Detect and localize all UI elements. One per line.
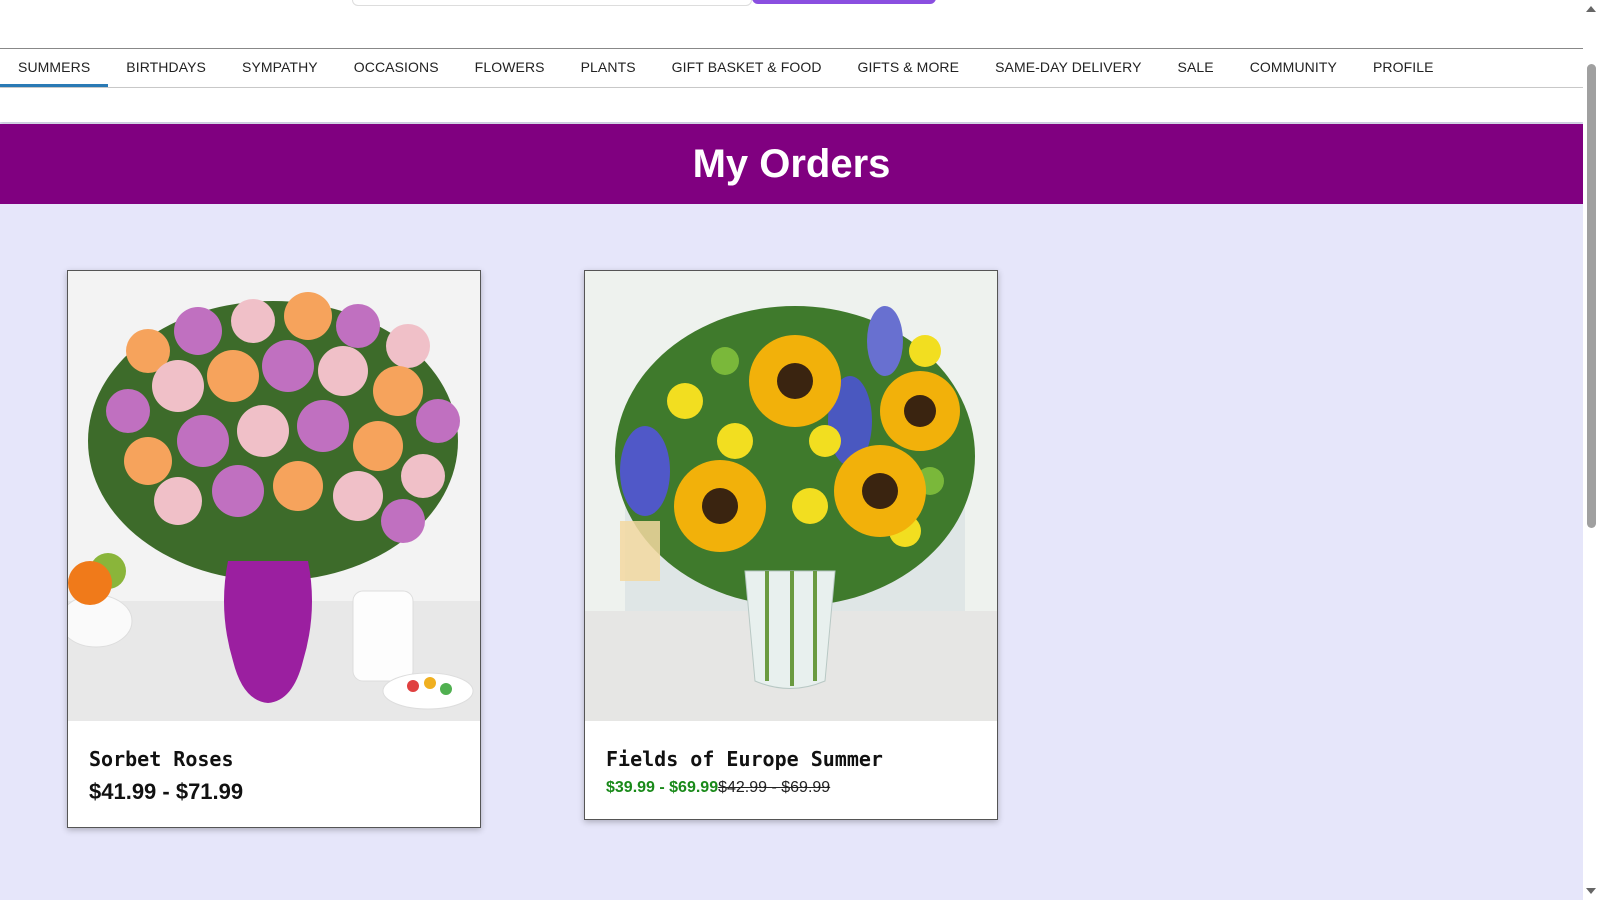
subnav-strip bbox=[0, 88, 1583, 122]
product-price: $41.99 - $71.99 bbox=[89, 779, 244, 804]
scroll-thumb[interactable] bbox=[1587, 64, 1596, 528]
page-viewport: SUMMERS BIRTHDAYS SYMPATHY OCCASIONS FLO… bbox=[0, 0, 1583, 900]
nav-tab-same-day-delivery[interactable]: SAME-DAY DELIVERY bbox=[977, 49, 1159, 87]
sunflower-bouquet-image[interactable] bbox=[585, 271, 997, 721]
order-card-body: Sorbet Roses $41.99 - $71.99 bbox=[68, 721, 480, 827]
category-nav: SUMMERS BIRTHDAYS SYMPATHY OCCASIONS FLO… bbox=[0, 49, 1583, 88]
product-price-row: $39.99 - $69.99$42.99 - $69.99 bbox=[606, 779, 976, 797]
order-card[interactable]: Fields of Europe Summer $39.99 - $69.99$… bbox=[584, 270, 998, 820]
search-input[interactable] bbox=[352, 0, 752, 6]
nav-tab-gift-basket-food[interactable]: GIFT BASKET & FOOD bbox=[654, 49, 840, 87]
order-card-body: Fields of Europe Summer $39.99 - $69.99$… bbox=[585, 721, 997, 819]
sale-price: $39.99 - $69.99 bbox=[606, 779, 719, 796]
nav-tab-birthdays[interactable]: BIRTHDAYS bbox=[108, 49, 224, 87]
vertical-scrollbar[interactable] bbox=[1583, 0, 1600, 900]
nav-tab-plants[interactable]: PLANTS bbox=[563, 49, 654, 87]
page-title: My Orders bbox=[692, 142, 891, 186]
nav-tab-sale[interactable]: SALE bbox=[1160, 49, 1232, 87]
nav-tab-occasions[interactable]: OCCASIONS bbox=[336, 49, 457, 87]
nav-tab-flowers[interactable]: FLOWERS bbox=[457, 49, 563, 87]
page-banner: My Orders bbox=[0, 124, 1583, 204]
nav-tab-summers[interactable]: SUMMERS bbox=[0, 49, 109, 87]
roses-bouquet-image[interactable] bbox=[68, 271, 480, 721]
original-price: $42.99 - $69.99 bbox=[718, 779, 831, 796]
product-name[interactable]: Sorbet Roses bbox=[89, 747, 459, 771]
nav-tab-profile[interactable]: PROFILE bbox=[1355, 49, 1452, 87]
search-button[interactable] bbox=[752, 0, 936, 4]
header-bar bbox=[0, 0, 1583, 49]
product-name[interactable]: Fields of Europe Summer bbox=[606, 747, 976, 771]
order-card[interactable]: Sorbet Roses $41.99 - $71.99 bbox=[67, 270, 481, 828]
nav-tab-community[interactable]: COMMUNITY bbox=[1232, 49, 1355, 87]
nav-tab-gifts-more[interactable]: GIFTS & MORE bbox=[840, 49, 978, 87]
scroll-up-arrow-icon[interactable] bbox=[1586, 6, 1596, 12]
nav-tab-sympathy[interactable]: SYMPATHY bbox=[224, 49, 336, 87]
scroll-down-arrow-icon[interactable] bbox=[1586, 888, 1596, 894]
